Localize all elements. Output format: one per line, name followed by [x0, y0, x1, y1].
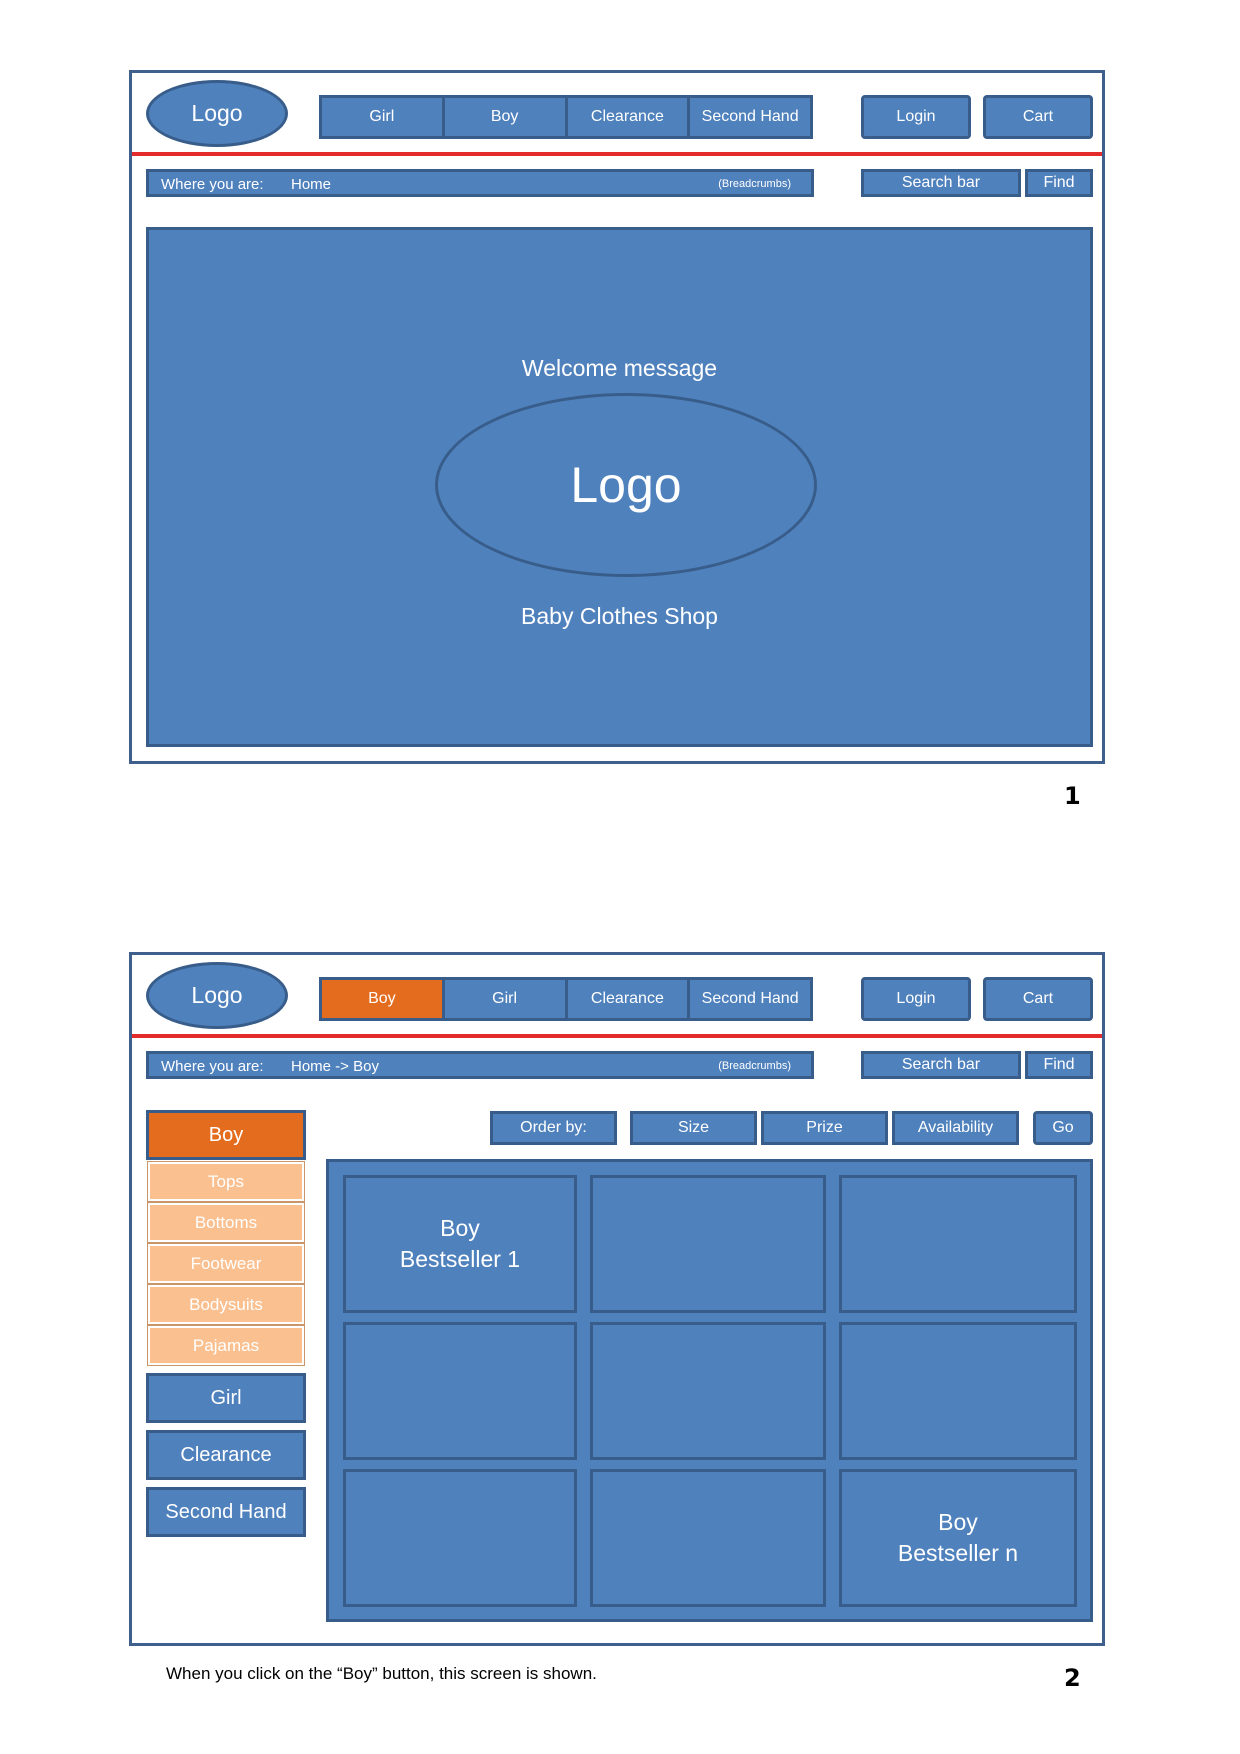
- header-logo[interactable]: Logo: [146, 80, 288, 147]
- product-tile[interactable]: [590, 1322, 826, 1460]
- nav-girl[interactable]: Girl: [445, 980, 568, 1018]
- sidebar-sub-footwear[interactable]: Footwear: [147, 1243, 305, 1284]
- breadcrumb: Where you are: Home -> Boy (Breadcrumbs): [146, 1051, 814, 1079]
- product-tile[interactable]: [839, 1175, 1077, 1313]
- product-tile[interactable]: [343, 1322, 577, 1460]
- sidebar-sub-bodysuits[interactable]: Bodysuits: [147, 1284, 305, 1325]
- login-button[interactable]: Login: [861, 95, 971, 139]
- nav-boy-active[interactable]: Boy: [322, 980, 445, 1018]
- sidebar-item-girl[interactable]: Girl: [146, 1373, 306, 1423]
- nav-clearance[interactable]: Clearance: [568, 98, 691, 136]
- sidebar-item-second-hand[interactable]: Second Hand: [146, 1487, 306, 1537]
- nav-second-hand[interactable]: Second Hand: [690, 98, 810, 136]
- welcome-message: Welcome message: [521, 354, 718, 381]
- find-button[interactable]: Find: [1025, 169, 1093, 197]
- breadcrumb-path[interactable]: Home -> Boy: [291, 1058, 379, 1075]
- breadcrumb-note: (Breadcrumbs): [718, 178, 791, 190]
- product-tile[interactable]: Boy Bestseller n: [839, 1469, 1077, 1607]
- find-button[interactable]: Find: [1025, 1051, 1093, 1079]
- search-input[interactable]: Search bar: [861, 169, 1021, 197]
- page-number-2: 2: [1064, 1664, 1081, 1692]
- shop-name: Baby Clothes Shop: [521, 602, 718, 629]
- cart-button[interactable]: Cart: [983, 977, 1093, 1021]
- go-button[interactable]: Go: [1033, 1111, 1093, 1145]
- breadcrumb-label: Where you are:: [161, 176, 264, 193]
- breadcrumb-note: (Breadcrumbs): [718, 1060, 791, 1072]
- nav-girl[interactable]: Girl: [322, 98, 445, 136]
- order-by-label: Order by:: [490, 1111, 617, 1145]
- breadcrumb-label: Where you are:: [161, 1058, 264, 1075]
- header-divider: [132, 152, 1102, 156]
- sidebar-sub-pajamas[interactable]: Pajamas: [147, 1325, 305, 1366]
- main-nav: Boy Girl Clearance Second Hand: [319, 977, 813, 1021]
- product-tile[interactable]: Boy Bestseller 1: [343, 1175, 577, 1313]
- cart-button[interactable]: Cart: [983, 95, 1093, 139]
- product-tile[interactable]: [839, 1322, 1077, 1460]
- header-divider: [132, 1034, 1102, 1038]
- product-tile[interactable]: [590, 1469, 826, 1607]
- breadcrumb-path[interactable]: Home: [291, 176, 331, 193]
- product-tile[interactable]: [590, 1175, 826, 1313]
- order-option-availability[interactable]: Availability: [892, 1111, 1019, 1145]
- header-logo[interactable]: Logo: [146, 962, 288, 1029]
- page-number-1: 1: [1064, 782, 1081, 810]
- sidebar-item-clearance[interactable]: Clearance: [146, 1430, 306, 1480]
- sidebar-sub-bottoms[interactable]: Bottoms: [147, 1202, 305, 1243]
- sidebar-sub-tops[interactable]: Tops: [147, 1161, 305, 1202]
- sidebar-item-boy[interactable]: Boy: [146, 1110, 306, 1160]
- nav-second-hand[interactable]: Second Hand: [690, 980, 810, 1018]
- main-nav: Girl Boy Clearance Second Hand: [319, 95, 813, 139]
- nav-boy[interactable]: Boy: [445, 98, 568, 136]
- order-option-prize[interactable]: Prize: [761, 1111, 888, 1145]
- hero-logo: Logo: [435, 393, 817, 577]
- product-tile[interactable]: [343, 1469, 577, 1607]
- welcome-hero: Welcome message Logo Baby Clothes Shop: [146, 227, 1093, 747]
- login-button[interactable]: Login: [861, 977, 971, 1021]
- search-input[interactable]: Search bar: [861, 1051, 1021, 1079]
- nav-clearance[interactable]: Clearance: [568, 980, 691, 1018]
- screen-caption: When you click on the “Boy” button, this…: [166, 1664, 597, 1683]
- order-option-size[interactable]: Size: [630, 1111, 757, 1145]
- breadcrumb: Where you are: Home (Breadcrumbs): [146, 169, 814, 197]
